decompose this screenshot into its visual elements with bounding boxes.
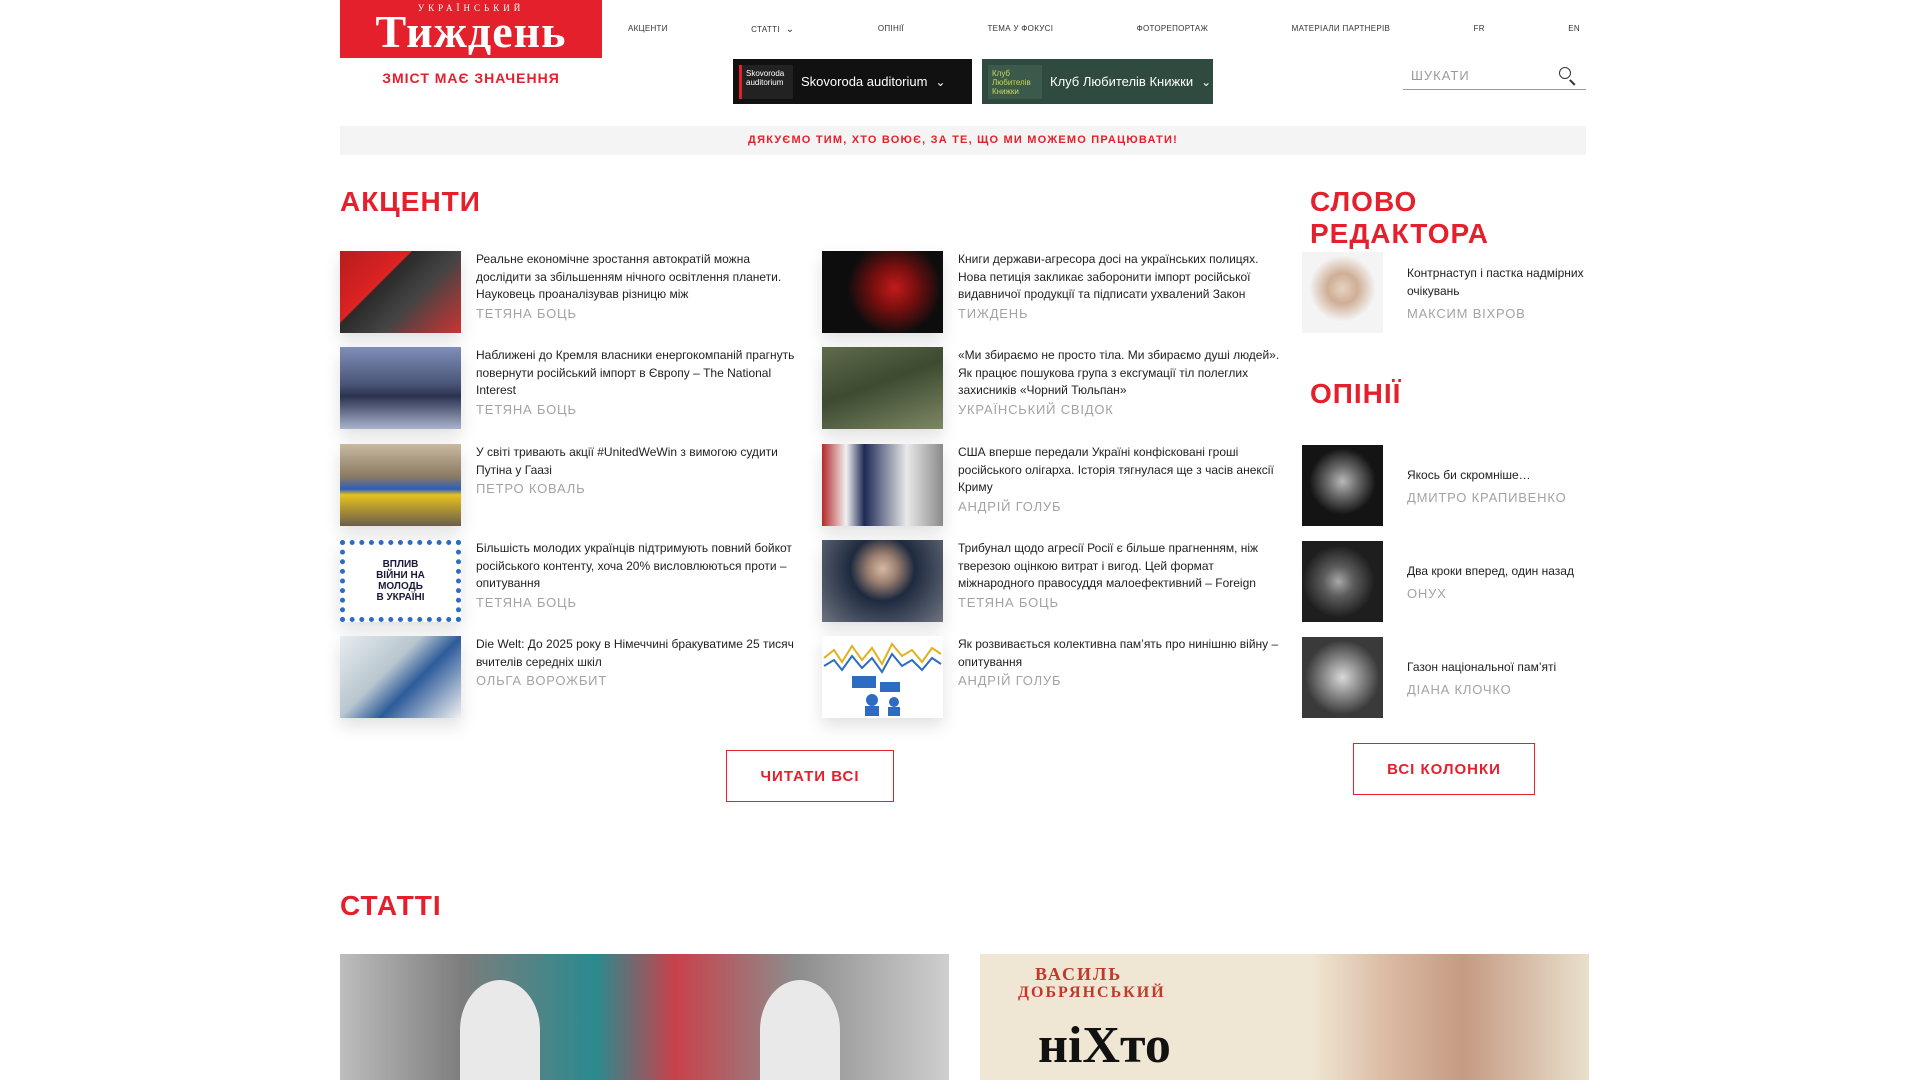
- article-image[interactable]: [340, 251, 461, 333]
- article-card[interactable]: У світі тривають акції #UnitedWeWin з ви…: [340, 444, 810, 526]
- opinion-author[interactable]: ДМИТРО КРАПИВЕНКО: [1407, 490, 1587, 505]
- book-club-dropdown[interactable]: Клуб Любителів Книжки Клуб Любителів Кни…: [982, 59, 1213, 104]
- article-title[interactable]: «Ми збираємо не просто тіла. Ми збираємо…: [958, 347, 1288, 400]
- article-card[interactable]: Книги держави-агресора досі на українськ…: [822, 251, 1292, 333]
- article-image[interactable]: [340, 444, 461, 526]
- article-author[interactable]: АНДРІЙ ГОЛУБ: [958, 673, 1288, 688]
- article-card[interactable]: Як розвивається колективна пам’ять про н…: [822, 636, 1292, 718]
- accents-heading[interactable]: АКЦЕНТИ: [340, 186, 481, 218]
- opinions-heading[interactable]: ОПІНІЇ: [1310, 378, 1401, 410]
- editor-avatar[interactable]: [1302, 251, 1383, 333]
- article-author[interactable]: АНДРІЙ ГОЛУБ: [958, 499, 1288, 514]
- editor-author[interactable]: МАКСИМ ВІХРОВ: [1407, 306, 1587, 321]
- editor-heading[interactable]: СЛОВО РЕДАКТОРА: [1310, 186, 1580, 250]
- article-author[interactable]: УКРАЇНСЬКИЙ СВІДОК: [958, 402, 1288, 417]
- all-columns-button[interactable]: ВСІ КОЛОНКИ: [1353, 743, 1535, 795]
- person-silhouette: [760, 980, 840, 1080]
- editor-card[interactable]: Контрнаступ і пастка надмірних очікувань…: [1302, 251, 1592, 333]
- article-image[interactable]: [340, 636, 461, 718]
- article-image[interactable]: [822, 251, 943, 333]
- article-card[interactable]: США вперше передали Україні конфісковані…: [822, 444, 1292, 526]
- cover-author-first: ВАСИЛЬ: [1035, 964, 1123, 984]
- chevron-down-icon: ⌄: [935, 74, 946, 89]
- article-card[interactable]: ВПЛИВ ВІЙНИ НА МОЛОДЬ В УКРАЇНІ Більшість м…: [340, 540, 810, 622]
- opinion-avatar[interactable]: [1302, 540, 1383, 622]
- chevron-down-icon: ⌄: [1201, 74, 1212, 89]
- book-club-label: Клуб Любителів Книжки: [1050, 74, 1194, 89]
- search-box: [1403, 62, 1586, 90]
- article-image[interactable]: [822, 444, 943, 526]
- cover-word: ніХто: [1038, 1017, 1171, 1074]
- nav-opinions[interactable]: ОПІНІЇ: [878, 24, 904, 35]
- articles-heading[interactable]: СТАТТІ: [340, 890, 442, 922]
- nav-partner-materials[interactable]: МАТЕРІАЛИ ПАРТНЕРІВ: [1292, 24, 1391, 35]
- article-title[interactable]: Трибунал щодо агресії Росії є більше пра…: [958, 540, 1288, 593]
- read-all-button[interactable]: ЧИТАТИ ВСІ: [726, 750, 894, 802]
- article-image[interactable]: [340, 347, 461, 429]
- featured-article-image[interactable]: [340, 954, 949, 1080]
- book-club-thumb: Клуб Любителів Книжки: [988, 64, 1042, 99]
- article-card[interactable]: Реальне економічне зростання автократій …: [340, 251, 810, 333]
- chart-illustration: [823, 642, 942, 716]
- search-input[interactable]: [1403, 68, 1543, 83]
- article-card[interactable]: Die Welt: До 2025 року в Німеччині браку…: [340, 636, 810, 718]
- skovoroda-label: Skovoroda auditorium: [801, 74, 928, 89]
- nav-focus-topic[interactable]: ТЕМА У ФОКУСІ: [987, 24, 1053, 35]
- person-silhouette: [460, 980, 540, 1080]
- skovoroda-dropdown[interactable]: Skovoroda auditorium Skovoroda auditoriu…: [733, 59, 972, 104]
- article-image[interactable]: [822, 636, 943, 718]
- skovoroda-thumb: Skovoroda auditorium: [739, 64, 793, 99]
- opinion-card[interactable]: Два кроки вперед, один назад ОНУХ: [1302, 540, 1592, 622]
- nav-lang-en[interactable]: EN: [1568, 24, 1580, 35]
- top-nav: АКЦЕНТИ СТАТТІ ⌄ ОПІНІЇ ТЕМА У ФОКУСІ ФОТ…: [628, 24, 1580, 35]
- article-title[interactable]: Книги держави-агресора досі на українськ…: [958, 251, 1288, 304]
- article-title[interactable]: США вперше передали Україні конфісковані…: [958, 444, 1288, 497]
- logo-main-text: Тиждень: [375, 6, 567, 57]
- nav-accents[interactable]: АКЦЕНТИ: [628, 24, 668, 35]
- nav-photo-report[interactable]: ФОТОРЕПОРТАЖ: [1137, 24, 1209, 35]
- article-title[interactable]: У світі тривають акції #UnitedWeWin з ви…: [476, 444, 806, 479]
- chevron-down-icon: ⌄: [785, 24, 795, 35]
- article-author[interactable]: ПЕТРО КОВАЛЬ: [476, 481, 806, 496]
- opinion-card[interactable]: Газон національної пам’яті ДІАНА КЛОЧКО: [1302, 636, 1592, 718]
- cover-author-last: ДОБРЯНСЬКИЙ: [1018, 984, 1166, 1001]
- article-author[interactable]: ТЕТЯНА БОЦЬ: [476, 595, 806, 610]
- article-title[interactable]: Реальне економічне зростання автократій …: [476, 251, 806, 304]
- article-title[interactable]: Як розвивається колективна пам’ять про н…: [958, 636, 1288, 671]
- opinion-title[interactable]: Якось би скромніше…: [1407, 466, 1587, 484]
- nav-articles-label: СТАТТІ: [751, 25, 780, 34]
- article-author[interactable]: ТЕТЯНА БОЦЬ: [476, 306, 806, 321]
- article-image[interactable]: ВПЛИВ ВІЙНИ НА МОЛОДЬ В УКРАЇНІ: [340, 540, 461, 622]
- article-title[interactable]: Наближені до Кремля власники енергокомпа…: [476, 347, 806, 400]
- article-title[interactable]: Die Welt: До 2025 року в Німеччині браку…: [476, 636, 806, 671]
- logo[interactable]: УКРАЇНСЬКИЙ Тиждень: [340, 0, 602, 58]
- article-author[interactable]: ТИЖДЕНЬ: [958, 306, 1288, 321]
- article-card[interactable]: Трибунал щодо агресії Росії є більше пра…: [822, 540, 1292, 622]
- editor-title[interactable]: Контрнаступ і пастка надмірних очікувань: [1407, 264, 1587, 300]
- opinion-author[interactable]: ОНУХ: [1407, 586, 1587, 601]
- search-icon[interactable]: [1556, 64, 1580, 88]
- tagline: ЗМІСТ МАЄ ЗНАЧЕННЯ: [382, 70, 560, 86]
- article-title[interactable]: Більшість молодих українців підтримують …: [476, 540, 806, 593]
- opinion-avatar[interactable]: [1302, 444, 1383, 526]
- nav-lang-fr[interactable]: FR: [1474, 24, 1485, 35]
- opinion-author[interactable]: ДІАНА КЛОЧКО: [1407, 682, 1587, 697]
- cover-portrait: [1310, 954, 1589, 1080]
- opinion-avatar[interactable]: [1302, 636, 1383, 718]
- article-author[interactable]: ТЕТЯНА БОЦЬ: [476, 402, 806, 417]
- article-author[interactable]: ТЕТЯНА БОЦЬ: [958, 595, 1288, 610]
- opinion-title[interactable]: Газон національної пам’яті: [1407, 658, 1587, 676]
- article-image[interactable]: [822, 540, 943, 622]
- article-card[interactable]: Наближені до Кремля власники енергокомпа…: [340, 347, 810, 429]
- article-image[interactable]: [822, 347, 943, 429]
- article-author[interactable]: ОЛЬГА ВОРОЖБИТ: [476, 673, 806, 688]
- featured-article-image[interactable]: ВАСИЛЬ ДОБРЯНСЬКИЙ ніХто: [980, 954, 1589, 1080]
- thanks-banner: ДЯКУЄМО ТИМ, ХТО ВОЮЄ, ЗА ТЕ, ЩО МИ МОЖЕ…: [340, 126, 1586, 155]
- nav-articles[interactable]: СТАТТІ ⌄: [751, 24, 794, 35]
- opinion-card[interactable]: Якось би скромніше… ДМИТРО КРАПИВЕНКО: [1302, 444, 1592, 526]
- article-card[interactable]: «Ми збираємо не просто тіла. Ми збираємо…: [822, 347, 1292, 429]
- opinion-title[interactable]: Два кроки вперед, один назад: [1407, 562, 1587, 580]
